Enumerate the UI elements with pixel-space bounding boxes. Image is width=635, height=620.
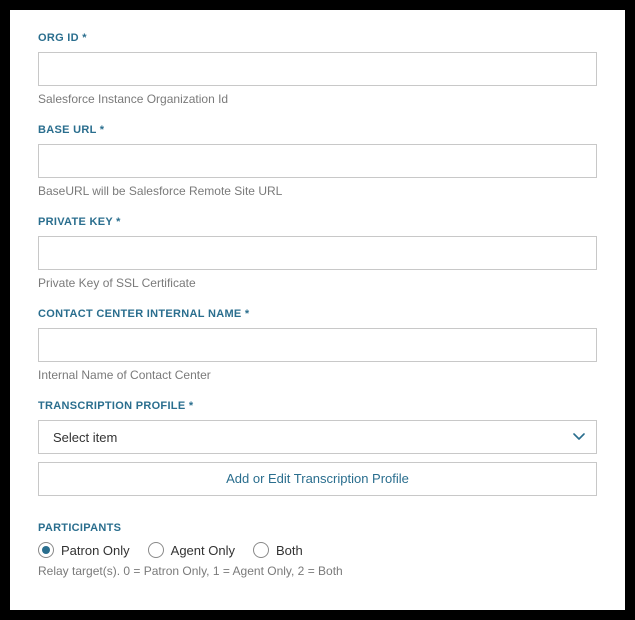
field-base-url: BASE URL * BaseURL will be Salesforce Re… [38, 124, 597, 198]
transcription-profile-select-wrap: Select item [38, 420, 597, 454]
radio-label: Patron Only [61, 543, 130, 558]
participants-radio-group: Patron Only Agent Only Both [38, 542, 597, 558]
contact-center-label: CONTACT CENTER INTERNAL NAME * [38, 308, 597, 320]
private-key-help: Private Key of SSL Certificate [38, 276, 597, 290]
base-url-input[interactable] [38, 144, 597, 178]
radio-label: Agent Only [171, 543, 235, 558]
radio-icon [38, 542, 54, 558]
participants-option-patron-only[interactable]: Patron Only [38, 542, 130, 558]
form-panel: ORG ID * Salesforce Instance Organizatio… [10, 10, 625, 610]
base-url-help: BaseURL will be Salesforce Remote Site U… [38, 184, 597, 198]
radio-icon [148, 542, 164, 558]
private-key-input[interactable] [38, 236, 597, 270]
transcription-profile-select[interactable]: Select item [38, 420, 597, 454]
org-id-label: ORG ID * [38, 32, 597, 44]
field-contact-center: CONTACT CENTER INTERNAL NAME * Internal … [38, 308, 597, 382]
radio-label: Both [276, 543, 303, 558]
base-url-label: BASE URL * [38, 124, 597, 136]
contact-center-input[interactable] [38, 328, 597, 362]
participants-help: Relay target(s). 0 = Patron Only, 1 = Ag… [38, 564, 597, 578]
add-edit-transcription-profile-button[interactable]: Add or Edit Transcription Profile [38, 462, 597, 496]
private-key-label: PRIVATE KEY * [38, 216, 597, 228]
field-org-id: ORG ID * Salesforce Instance Organizatio… [38, 32, 597, 106]
transcription-profile-label: TRANSCRIPTION PROFILE * [38, 400, 597, 412]
field-transcription-profile: TRANSCRIPTION PROFILE * Select item Add … [38, 400, 597, 496]
field-private-key: PRIVATE KEY * Private Key of SSL Certifi… [38, 216, 597, 290]
radio-icon [253, 542, 269, 558]
contact-center-help: Internal Name of Contact Center [38, 368, 597, 382]
participants-option-both[interactable]: Both [253, 542, 303, 558]
org-id-input[interactable] [38, 52, 597, 86]
field-participants: PARTICIPANTS Patron Only Agent Only Both… [38, 522, 597, 578]
participants-option-agent-only[interactable]: Agent Only [148, 542, 235, 558]
participants-label: PARTICIPANTS [38, 522, 597, 534]
org-id-help: Salesforce Instance Organization Id [38, 92, 597, 106]
